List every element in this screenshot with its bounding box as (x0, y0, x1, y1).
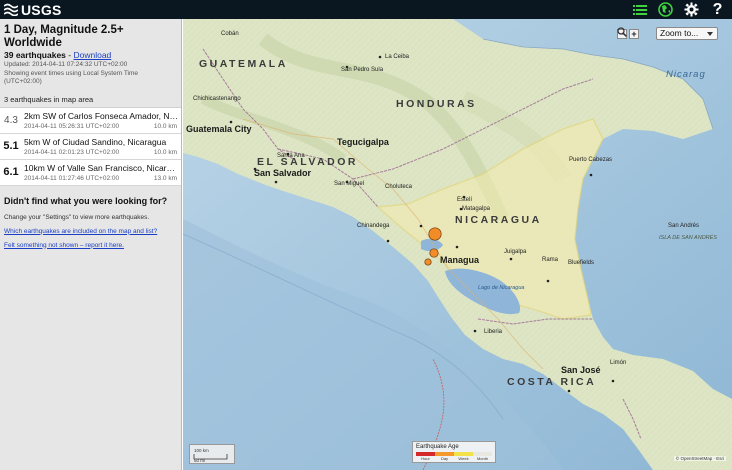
place: 2km SW of Carlos Fonseca Amador, Nic… (24, 110, 178, 121)
label-nicaragua-rise: Nicarag (666, 69, 706, 80)
event-list-panel: 1 Day, Magnitude 2.5+ Worldwide 39 earth… (0, 19, 182, 470)
depth: 10.0 km (153, 148, 177, 156)
zoom-to-select[interactable]: Zoom to... (656, 27, 718, 40)
event-time: 2014-04-11 02:01:23 UTC+02:00 (24, 148, 120, 156)
timezone-note: Showing event times using Local System T… (4, 69, 139, 86)
label-san-jose: San José (561, 365, 601, 375)
event-time: 2014-04-11 05:26:31 UTC+02:00 (24, 122, 120, 130)
label-managua: Managua (440, 255, 480, 265)
logo-text: USGS (21, 1, 62, 18)
depth: 10.0 km (153, 122, 177, 130)
scale-bar: 100 km 50 mi (189, 444, 235, 464)
magnitude: 4.3 (4, 114, 18, 126)
legend-tick: Hour (421, 456, 430, 461)
help-heading: Didn't find what you were looking for? (4, 195, 168, 206)
download-link[interactable]: Download (73, 50, 111, 60)
label-choluteca: Choluteca (385, 184, 413, 190)
legend-tick: Week (458, 456, 469, 461)
feed-title: 1 Day, Magnitude 2.5+ Worldwide (4, 24, 124, 49)
list-item[interactable]: 5.1 5km W of Ciudad Sandino, Nicaragua 2… (0, 133, 181, 160)
label-nicaragua: NICARAGUA (455, 214, 542, 226)
earthquake-count: 39 earthquakes - Download (4, 50, 112, 60)
label-chinandega: Chinandega (357, 223, 390, 229)
label-coban: Cobán (221, 31, 239, 37)
report-felt-link[interactable]: Felt something not shown – report it her… (4, 242, 177, 249)
earthquake-list: 4.3 2km SW of Carlos Fonseca Amador, Nic… (0, 106, 181, 186)
label-bluefields: Bluefields (568, 260, 595, 266)
label-liberia: Liberia (484, 329, 503, 335)
label-matagalpa: Matagalpa (462, 206, 491, 212)
map-icon[interactable] (657, 1, 674, 18)
top-header: USGS ? (0, 0, 732, 19)
legend-title: Earthquake Age (416, 444, 459, 450)
label-san-pedro-sula: San Pedro Sula (341, 67, 384, 73)
map-view[interactable]: GUATEMALA HONDURAS EL SALVADOR NICARAGUA… (183, 19, 732, 470)
map-canvas (183, 19, 732, 470)
label-esteli: Estelí (457, 197, 473, 203)
list-item[interactable]: 4.3 2km SW of Carlos Fonseca Amador, Nic… (0, 107, 181, 134)
search-icon[interactable] (617, 27, 652, 39)
label-costa-rica: COSTA RICA (507, 376, 597, 388)
place: 10km W of Valle San Francisco, Nicaragua (24, 162, 178, 173)
earthquake-marker-4.3[interactable] (424, 258, 432, 266)
depth: 13.0 km (153, 174, 177, 182)
label-puerto-cabezas: Puerto Cabezas (569, 157, 613, 163)
scale-km: 100 km (194, 448, 209, 453)
legend-tick: Month (476, 456, 489, 461)
zoom-in-button[interactable]: + (629, 28, 639, 39)
earthquake-marker-5.1[interactable] (429, 248, 439, 258)
label-la-ceiba: La Ceiba (385, 54, 410, 60)
label-san-miguel: San Miguel (334, 181, 365, 187)
usgs-logo[interactable]: USGS (4, 1, 61, 18)
settings-hint: Change your "Settings" to view more eart… (4, 213, 150, 221)
scale-mi: 50 mi (194, 458, 206, 463)
label-juigalpa: Juigalpa (504, 249, 527, 255)
legend-tick: Day (440, 456, 449, 461)
list-icon[interactable] (631, 1, 648, 18)
label-limon: Limón (610, 360, 627, 366)
map-attribution: © OpenStreetMap · Esri (673, 456, 726, 461)
map-area-count: 3 earthquakes in map area (4, 94, 94, 104)
zoom-controls: − + Zoom to... (617, 27, 718, 40)
included-earthquakes-link[interactable]: Which earthquakes are included on the ma… (4, 228, 177, 235)
magnitude: 6.1 (3, 165, 19, 178)
label-lago-de-nicaragua: Lago de Nicaragua (478, 285, 525, 291)
label-rama: Rama (542, 257, 559, 263)
usgs-wave-icon (4, 3, 18, 16)
label-santa-ana: Santa Ana (277, 153, 305, 159)
place: 5km W of Ciudad Sandino, Nicaragua (24, 136, 167, 147)
label-san-andres: San Andrés (668, 223, 700, 229)
label-honduras: HONDURAS (396, 98, 477, 110)
help-icon[interactable]: ? (709, 1, 726, 18)
label-guatemala: GUATEMALA (199, 58, 288, 70)
label-chichicastenango: Chichicastenango (193, 96, 241, 102)
magnitude: 5.1 (3, 139, 19, 152)
earthquake-marker-6.1[interactable] (428, 227, 442, 241)
label-el-salvador: EL SALVADOR (257, 156, 359, 168)
label-tegucigalpa: Tegucigalpa (337, 137, 389, 147)
updated-time: Updated: 2014-04-11 07:24:32 UTC+02:00 (4, 61, 128, 68)
label-san-salvador: San Salvador (254, 168, 312, 178)
settings-icon[interactable] (683, 1, 700, 18)
earthquake-age-legend: Earthquake Age Hour Day Week Month (412, 441, 496, 463)
label-isla-de-san-andres: ISLA DE SAN ANDRÉS (659, 235, 717, 241)
label-guatemala-city: Guatemala City (186, 124, 252, 134)
list-item[interactable]: 6.1 10km W of Valle San Francisco, Nicar… (0, 159, 181, 186)
event-time: 2014-04-11 01:27:46 UTC+02:00 (24, 174, 120, 182)
